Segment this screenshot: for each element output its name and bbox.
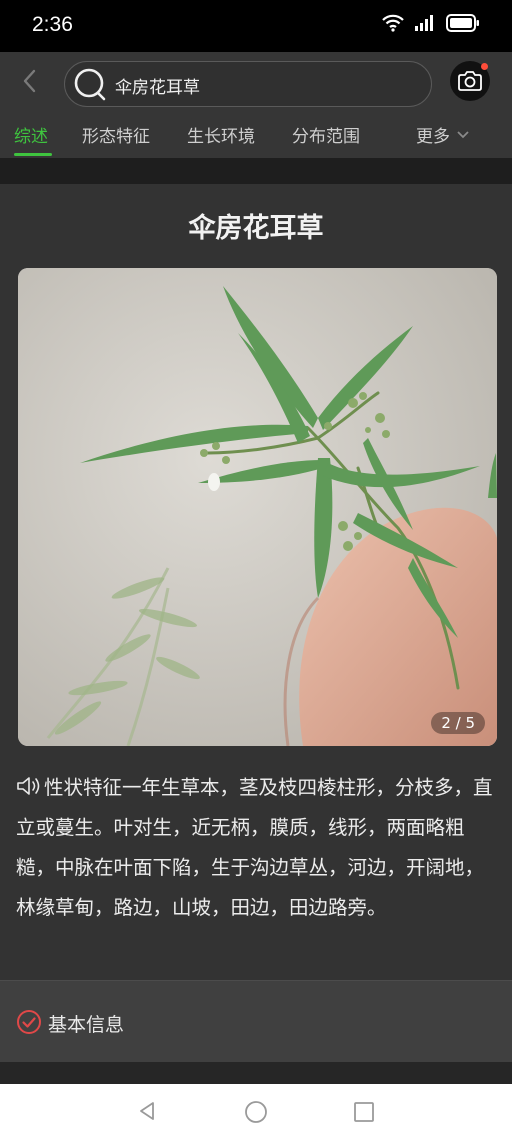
tab-more[interactable]: 更多 bbox=[416, 122, 470, 147]
signal-icon bbox=[415, 15, 433, 31]
status-icons bbox=[382, 14, 480, 32]
camera-button[interactable] bbox=[450, 61, 490, 101]
basic-info-label: 基本信息 bbox=[48, 1014, 125, 1036]
plant-photo[interactable]: 2 / 5 bbox=[18, 268, 497, 746]
nav-back-icon[interactable] bbox=[136, 1100, 158, 1122]
tab-overview[interactable]: 综述 bbox=[14, 122, 48, 147]
tab-habitat[interactable]: 生长环境 bbox=[187, 122, 255, 147]
tab-distribution[interactable]: 分布范围 bbox=[292, 122, 360, 147]
photo-counter: 2 / 5 bbox=[431, 712, 485, 734]
tab-morphology[interactable]: 形态特征 bbox=[82, 122, 150, 147]
basic-info-section[interactable]: 基本信息 bbox=[0, 980, 512, 1062]
system-nav-bar bbox=[0, 1084, 512, 1139]
speaker-icon[interactable] bbox=[16, 775, 44, 797]
battery-icon bbox=[446, 14, 479, 32]
back-arrow-icon[interactable] bbox=[18, 66, 42, 96]
status-time: 2:36 bbox=[32, 13, 73, 36]
tab-bar: 综述 形态特征 生长环境 分布范围 更多 bbox=[0, 110, 512, 158]
section-divider bbox=[0, 158, 512, 184]
nav-home-icon[interactable] bbox=[244, 1100, 268, 1124]
bottom-spacer bbox=[0, 1062, 512, 1084]
status-bar: 2:36 bbox=[0, 0, 512, 52]
search-query: 伞房花耳草 bbox=[115, 78, 200, 98]
tab-more-label: 更多 bbox=[416, 127, 450, 147]
search-icon bbox=[74, 68, 106, 101]
plant-title: 伞房花耳草 bbox=[188, 213, 324, 244]
wifi-icon bbox=[382, 14, 404, 32]
top-bar: 伞房花耳草 bbox=[0, 52, 512, 110]
search-input[interactable]: 伞房花耳草 bbox=[64, 61, 432, 107]
check-circle-icon bbox=[17, 1010, 41, 1034]
plant-card: 伞房花耳草 2 / 5 性状特征一年生草本，茎及枝四棱柱形，分枝多，直立或蔓生。… bbox=[0, 184, 512, 980]
active-tab-indicator bbox=[14, 153, 52, 156]
plant-image bbox=[18, 268, 497, 746]
nav-recent-icon[interactable] bbox=[353, 1101, 375, 1123]
chevron-down-icon bbox=[457, 130, 469, 138]
notification-dot bbox=[481, 63, 488, 70]
description-text: 性状特征一年生草本，茎及枝四棱柱形，分枝多，直立或蔓生。叶对生，近无柄，膜质，线… bbox=[16, 776, 493, 919]
plant-description: 性状特征一年生草本，茎及枝四棱柱形，分枝多，直立或蔓生。叶对生，近无柄，膜质，线… bbox=[16, 768, 494, 928]
